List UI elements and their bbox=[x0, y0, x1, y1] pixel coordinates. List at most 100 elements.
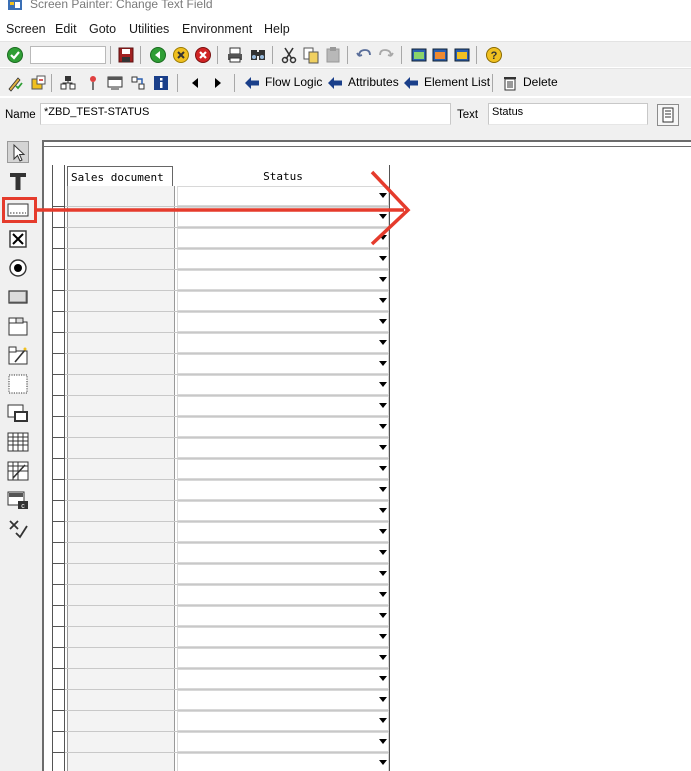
row-selector[interactable] bbox=[53, 374, 65, 375]
tabstrip-wizard-icon[interactable] bbox=[7, 344, 29, 366]
table-control-icon[interactable] bbox=[7, 431, 29, 453]
row-selector[interactable] bbox=[53, 647, 65, 648]
status-dropdown-cell[interactable] bbox=[177, 690, 389, 710]
cut-icon[interactable] bbox=[280, 46, 298, 64]
status-dropdown-cell[interactable] bbox=[177, 417, 389, 437]
copy-icon[interactable] bbox=[302, 46, 320, 64]
dropdown-arrow-icon[interactable] bbox=[379, 655, 387, 660]
pointer-icon[interactable] bbox=[7, 141, 29, 163]
cancel-icon[interactable] bbox=[194, 46, 212, 64]
row-selector[interactable] bbox=[53, 605, 65, 606]
attributes-arrow-icon[interactable] bbox=[326, 74, 344, 92]
dropdown-arrow-icon[interactable] bbox=[379, 697, 387, 702]
dropdown-arrow-icon[interactable] bbox=[379, 676, 387, 681]
row-selector[interactable] bbox=[53, 542, 65, 543]
find-icon[interactable] bbox=[249, 46, 267, 64]
row-selector[interactable] bbox=[53, 395, 65, 396]
row-selector[interactable] bbox=[53, 689, 65, 690]
status-dropdown-cell[interactable] bbox=[177, 270, 389, 290]
status-dropdown-cell[interactable] bbox=[177, 396, 389, 416]
command-field[interactable] bbox=[30, 46, 106, 64]
row-selector[interactable] bbox=[53, 731, 65, 732]
text-field-icon[interactable] bbox=[7, 170, 29, 192]
checkbox-icon[interactable] bbox=[7, 228, 29, 250]
table-control[interactable]: Sales document Status bbox=[52, 165, 390, 771]
dropdown-arrow-icon[interactable] bbox=[379, 214, 387, 219]
status-dropdown-cell[interactable] bbox=[177, 732, 389, 752]
status-dropdown-cell[interactable] bbox=[177, 501, 389, 521]
customize-layout-icon[interactable] bbox=[453, 46, 471, 64]
status-dropdown-cell[interactable] bbox=[177, 459, 389, 479]
status-dropdown-cell[interactable] bbox=[177, 291, 389, 311]
status-dropdown-cell[interactable] bbox=[177, 711, 389, 731]
back-icon[interactable] bbox=[149, 46, 167, 64]
name-field[interactable]: *ZBD_TEST-STATUS bbox=[40, 103, 451, 125]
other-object-icon[interactable] bbox=[29, 74, 47, 92]
status-dropdown-cell[interactable] bbox=[177, 354, 389, 374]
status-dropdown-cell[interactable] bbox=[177, 648, 389, 668]
navigate-icon[interactable] bbox=[129, 74, 147, 92]
status-dropdown-cell[interactable] bbox=[177, 543, 389, 563]
pushbutton-icon[interactable] bbox=[7, 286, 29, 308]
row-selector[interactable] bbox=[53, 416, 65, 417]
menu-screen[interactable]: Screen bbox=[6, 22, 46, 36]
row-selector[interactable] bbox=[53, 437, 65, 438]
custom-control-icon[interactable]: c bbox=[7, 489, 29, 511]
pen-check-icon[interactable] bbox=[6, 74, 24, 92]
row-selector[interactable] bbox=[53, 479, 65, 480]
status-dropdown-cell[interactable] bbox=[177, 207, 389, 227]
dropdown-arrow-icon[interactable] bbox=[379, 256, 387, 261]
row-selector[interactable] bbox=[53, 710, 65, 711]
row-selector[interactable] bbox=[53, 521, 65, 522]
status-dropdown-cell[interactable] bbox=[177, 186, 389, 206]
status-dropdown-cell[interactable] bbox=[177, 333, 389, 353]
dropdown-arrow-icon[interactable] bbox=[379, 634, 387, 639]
create-session-icon[interactable] bbox=[410, 46, 428, 64]
paste-icon[interactable] bbox=[324, 46, 342, 64]
row-selector[interactable] bbox=[53, 353, 65, 354]
menu-goto[interactable]: Goto bbox=[89, 22, 116, 36]
status-dropdown-cell[interactable] bbox=[177, 564, 389, 584]
layout-icon[interactable] bbox=[431, 46, 449, 64]
undo-icon[interactable] bbox=[355, 46, 373, 64]
row-selector[interactable] bbox=[53, 269, 65, 270]
status-dropdown-cell[interactable] bbox=[177, 753, 389, 771]
flow-logic-arrow-icon[interactable] bbox=[243, 74, 261, 92]
element-list-arrow-icon[interactable] bbox=[402, 74, 420, 92]
status-icon-element[interactable] bbox=[7, 518, 29, 540]
row-selector[interactable] bbox=[53, 752, 65, 753]
dropdown-arrow-icon[interactable] bbox=[379, 613, 387, 618]
layout-editor-icon[interactable] bbox=[106, 74, 124, 92]
menu-environment[interactable]: Environment bbox=[182, 22, 252, 36]
dropdown-arrow-icon[interactable] bbox=[379, 508, 387, 513]
exit-icon[interactable] bbox=[172, 46, 190, 64]
row-selector[interactable] bbox=[53, 563, 65, 564]
dropdown-arrow-icon[interactable] bbox=[379, 445, 387, 450]
text-field[interactable]: Status bbox=[488, 103, 648, 125]
dropdown-arrow-icon[interactable] bbox=[379, 403, 387, 408]
print-icon[interactable] bbox=[226, 46, 244, 64]
row-selector[interactable] bbox=[53, 332, 65, 333]
dropdown-arrow-icon[interactable] bbox=[379, 487, 387, 492]
row-selector[interactable] bbox=[53, 248, 65, 249]
attributes-button[interactable]: Attributes bbox=[348, 75, 399, 89]
row-selector[interactable] bbox=[53, 500, 65, 501]
next-icon[interactable] bbox=[209, 74, 227, 92]
status-dropdown-cell[interactable] bbox=[177, 249, 389, 269]
dropdown-arrow-icon[interactable] bbox=[379, 529, 387, 534]
status-dropdown-cell[interactable] bbox=[177, 627, 389, 647]
dropdown-arrow-icon[interactable] bbox=[379, 361, 387, 366]
status-dropdown-cell[interactable] bbox=[177, 480, 389, 500]
dropdown-arrow-icon[interactable] bbox=[379, 340, 387, 345]
row-selection-column[interactable] bbox=[53, 165, 65, 771]
menu-help[interactable]: Help bbox=[264, 22, 290, 36]
radio-button-icon[interactable] bbox=[7, 257, 29, 279]
trash-icon[interactable] bbox=[501, 74, 519, 92]
dropdown-arrow-icon[interactable] bbox=[379, 298, 387, 303]
status-dropdown-cell[interactable] bbox=[177, 438, 389, 458]
menu-edit[interactable]: Edit bbox=[55, 22, 77, 36]
status-dropdown-cell[interactable] bbox=[177, 228, 389, 248]
row-selector[interactable] bbox=[53, 311, 65, 312]
row-selector[interactable] bbox=[53, 227, 65, 228]
element-list-button[interactable]: Element List bbox=[424, 75, 490, 89]
